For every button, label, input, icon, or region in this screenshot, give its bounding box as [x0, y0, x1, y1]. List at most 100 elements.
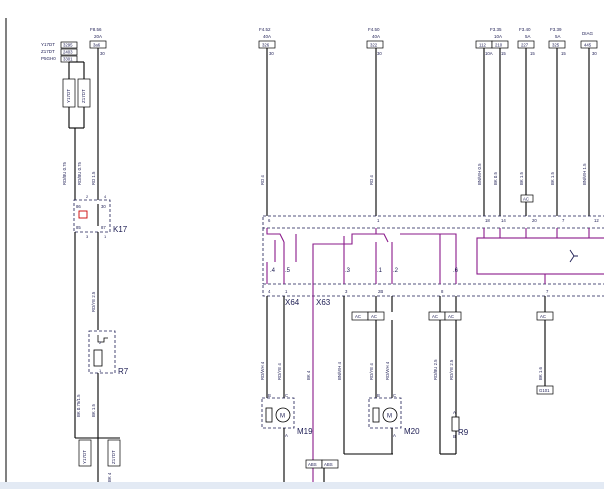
fuse-amp: 5A [525, 34, 531, 39]
wire-label: RD/BU 2.5 [433, 359, 438, 380]
wire-label: BK 4 [107, 472, 112, 482]
module-bottom-strip [262, 283, 604, 297]
wire-label: BK 1.5 [91, 403, 96, 417]
connector-label: Z17DT [81, 89, 86, 103]
relay-k17-label: K17 [113, 225, 128, 234]
diagram-line [400, 233, 441, 262]
module-pin: 1 [285, 289, 288, 294]
ac-label: AC [448, 314, 454, 319]
module-pin: 7 [546, 289, 549, 294]
wire-label: BK 1.5 [550, 171, 555, 185]
fuse-term: 10A [485, 51, 493, 56]
diagram-line [440, 233, 457, 262]
wire-label: BK 1.5 [519, 171, 524, 185]
relay-side-pin: 3 [86, 234, 89, 239]
fuse-name: F4.52 [259, 27, 271, 32]
wire-label: RD 4 [260, 175, 265, 185]
module-pin: 2B [378, 289, 383, 294]
wire-label: BN/WH 4 [337, 361, 342, 380]
switch-label: .5 [285, 268, 291, 274]
fuse-pin: 3a6 [93, 43, 101, 48]
motor-m19-label: M19 [297, 427, 313, 436]
bottom-strip [0, 482, 604, 489]
wire-label: RD/YE 2.5 [91, 291, 96, 312]
motor-pin: A [285, 433, 288, 438]
ac-label: AC [432, 314, 438, 319]
wire-label: RD/WH 4 [385, 361, 390, 380]
relay-pin: 30 [101, 204, 106, 209]
resistor-r9-label: R9 [458, 428, 469, 437]
wire-label: RD/WH 4 [260, 361, 265, 380]
fuse-amp: 20A [94, 34, 102, 39]
relay-pin: 87 [101, 225, 106, 230]
module-pin: 14 [501, 218, 506, 223]
motor-m19-brush [265, 407, 273, 423]
engine-code: 2403 [63, 50, 73, 55]
left-circuit: Y17DT Z17DT RD/BU 0.75 RD/BU 0.75 RD 1.5… [62, 48, 129, 482]
diagram-line [266, 228, 285, 243]
fuse-term: 15 [530, 51, 535, 56]
wire-label: RD/YE 4 [277, 363, 282, 380]
module-pin: 8 [441, 289, 444, 294]
ac-label: AC [371, 314, 377, 319]
module-pin: 12 [594, 218, 599, 223]
module-pin: 7 [562, 218, 565, 223]
motor-pin: B [377, 393, 380, 398]
wire-label: BK 1.6 [538, 366, 543, 380]
control-module: 6 1 18 14 20 7 12 .4 .5 .3 .1 .2 .6 4 1 … [262, 215, 604, 482]
module-top-strip [262, 215, 604, 229]
switch-label: .6 [453, 268, 459, 274]
relay-side-pin: 1 [104, 234, 107, 239]
fuse-amp: 40A [372, 34, 380, 39]
fuse-pin: 227 [521, 43, 529, 48]
relay-side-pin: 2 [86, 194, 89, 199]
wire-label: RD/YE 2.5 [449, 359, 454, 380]
fuse-pin: 325 [552, 43, 560, 48]
fuse-name: DIAG [582, 31, 594, 36]
motor-symbol: M [280, 414, 285, 420]
engine-row-label: P5GH0 [41, 56, 56, 61]
wire-label: RD/BU 0.75 [77, 161, 82, 185]
module-pin: 6 [268, 218, 271, 223]
feed-wires: RD 4 RD 4 BN/WH 0.5 BK 0.5 BK 1.5 BK 1.5… [260, 48, 590, 216]
module-ecu-box [476, 237, 604, 275]
fuse-name: F3.40 [519, 27, 531, 32]
wire-label: BN/WH 1.5 [582, 163, 587, 185]
motor-m20-label: M20 [404, 427, 420, 436]
engine-row-label: Y17DT [41, 42, 55, 47]
connector-label: Z17DT [111, 450, 116, 464]
fuse-pin: 112 [479, 43, 486, 48]
fuse-term: 15 [501, 51, 506, 56]
diagram-line [376, 233, 389, 243]
ac-label: AC [523, 197, 529, 202]
engine-code: 3301 [63, 57, 73, 62]
wire-label: BK 0.75/1.5 [76, 394, 81, 417]
switch-label: .1 [377, 268, 383, 274]
wire-label: BK 0.5 [493, 171, 498, 185]
engine-row-label: Z17DT [41, 49, 55, 54]
resistor-pin: 2 [99, 340, 102, 345]
fuse-f450: F4.50 40A 322 30 [366, 27, 384, 56]
relay-side-pin: 4 [104, 194, 107, 199]
module-pin: 1 [377, 218, 380, 223]
wire-label: RD/BU 0.75 [62, 161, 67, 185]
fuse-pin: 445 [584, 43, 592, 48]
wire-label: RD 1.5 [91, 171, 96, 185]
ac-label: AC [540, 314, 546, 319]
motor-pin: C [285, 393, 288, 398]
fuse-name: F4.50 [368, 27, 380, 32]
resistor-r7-element [93, 349, 103, 367]
resistor-r7-label: R7 [118, 367, 129, 376]
wire-label: BN/WH 0.5 [477, 163, 482, 185]
module-pin: 4 [268, 289, 271, 294]
ac-label: AC [355, 314, 361, 319]
fuse-name: F3.39 [550, 27, 562, 32]
fuse-term: 30 [592, 51, 597, 56]
fuse-term: 30 [377, 51, 382, 56]
fuse-pin: 326 [262, 43, 270, 48]
x64-label: X64 [285, 298, 300, 307]
abs-label: ABS [324, 462, 333, 467]
relay-pin: 86 [76, 204, 81, 209]
wire-label: RD/YE 4 [369, 363, 374, 380]
fuse-amp: 5A [555, 34, 561, 39]
